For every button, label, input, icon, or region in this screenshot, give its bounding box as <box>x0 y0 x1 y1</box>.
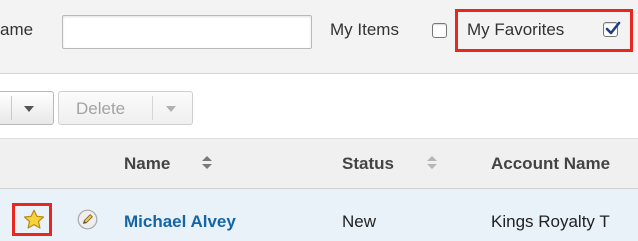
star-icon[interactable] <box>23 209 45 235</box>
pencil-edit-icon[interactable] <box>77 209 98 235</box>
contact-name-link[interactable]: Michael Alvey <box>124 212 236 232</box>
checkmark-icon <box>605 21 621 35</box>
my-favorites-label: My Favorites <box>467 20 565 39</box>
account-name-cell[interactable]: Kings Royalty T <box>491 212 610 232</box>
column-header-status[interactable]: Status <box>342 154 394 174</box>
filter-bar: ame My Items My Favorites <box>0 0 638 74</box>
column-header-account-name[interactable]: Account Name <box>491 154 610 174</box>
my-favorites-checkbox[interactable] <box>603 21 621 37</box>
status-cell: New <box>342 212 377 231</box>
delete-button-label: Delete <box>76 99 126 118</box>
column-header-name[interactable]: Name <box>124 154 170 174</box>
button-divider <box>152 96 153 120</box>
select-all-dropdown-button[interactable] <box>0 91 54 125</box>
my-items-checkbox[interactable] <box>432 23 447 38</box>
chevron-down-icon[interactable] <box>166 106 176 112</box>
table-row: Michael Alvey New Kings Royalty T <box>0 189 638 241</box>
sort-icon[interactable] <box>426 154 438 172</box>
button-divider <box>11 96 12 120</box>
list-toolbar: Delete <box>0 74 638 138</box>
name-filter-input[interactable] <box>62 15 312 49</box>
delete-button[interactable]: Delete <box>58 91 193 125</box>
my-items-label: My Items <box>330 20 399 39</box>
chevron-down-icon[interactable] <box>24 106 34 112</box>
name-filter-label: ame <box>0 20 34 39</box>
sort-icon[interactable] <box>201 154 213 172</box>
list-header: Name Status Account Name <box>0 138 638 189</box>
